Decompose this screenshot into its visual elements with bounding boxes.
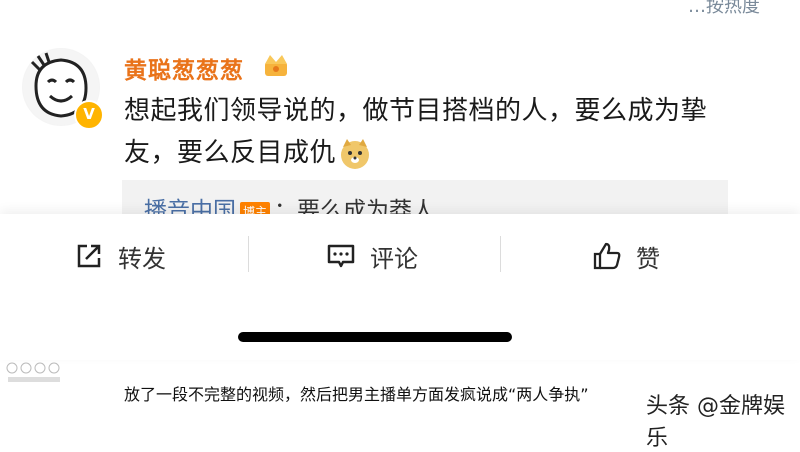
like-label: 赞 (636, 244, 660, 273)
comment-label: 评论 (370, 244, 418, 273)
divider (248, 236, 249, 272)
sort-hint[interactable]: …按热度 (688, 0, 760, 18)
post-username[interactable]: 黄聪葱葱葱 (124, 51, 244, 85)
share-icon (77, 244, 101, 268)
post-text: 想起我们领导说的，做节目搭档的人，要么成为挚友，要么反目成仇 (124, 96, 708, 168)
like-button[interactable]: 赞 (592, 236, 660, 276)
source-watermark: 头条 @金牌娱乐 (646, 394, 785, 451)
quoted-text: ：要么成为莽人 (274, 198, 436, 214)
quoted-post[interactable]: 播音中国 博主 ：要么成为莽人 (122, 180, 728, 214)
home-indicator[interactable] (238, 332, 512, 342)
image-caption: 放了一段不完整的视频，然后把男主播单方面发疯说成“两人争执” (124, 385, 589, 404)
comment-button[interactable]: 评论 (326, 236, 418, 276)
quoted-post-line: 播音中国 博主 ：要么成为莽人 (144, 191, 435, 214)
repost-label: 转发 (118, 244, 166, 273)
comment-icon (327, 244, 355, 268)
divider (500, 236, 501, 272)
thumbs-up-icon (593, 242, 621, 270)
crown-icon (265, 55, 287, 76)
site-logo (6, 362, 64, 384)
edge-shade (752, 214, 800, 360)
host-tag: 博主 (240, 202, 271, 214)
repost-button[interactable]: 转发 (74, 236, 166, 276)
action-bar: 转发 评论 赞 (0, 214, 800, 360)
verified-badge-icon: V (74, 100, 104, 130)
post-body: 想起我们领导说的，做节目搭档的人，要么成为挚友，要么反目成仇 (124, 90, 744, 174)
doge-emoji-icon (341, 138, 370, 169)
quoted-username[interactable]: 播音中国 (144, 198, 236, 214)
